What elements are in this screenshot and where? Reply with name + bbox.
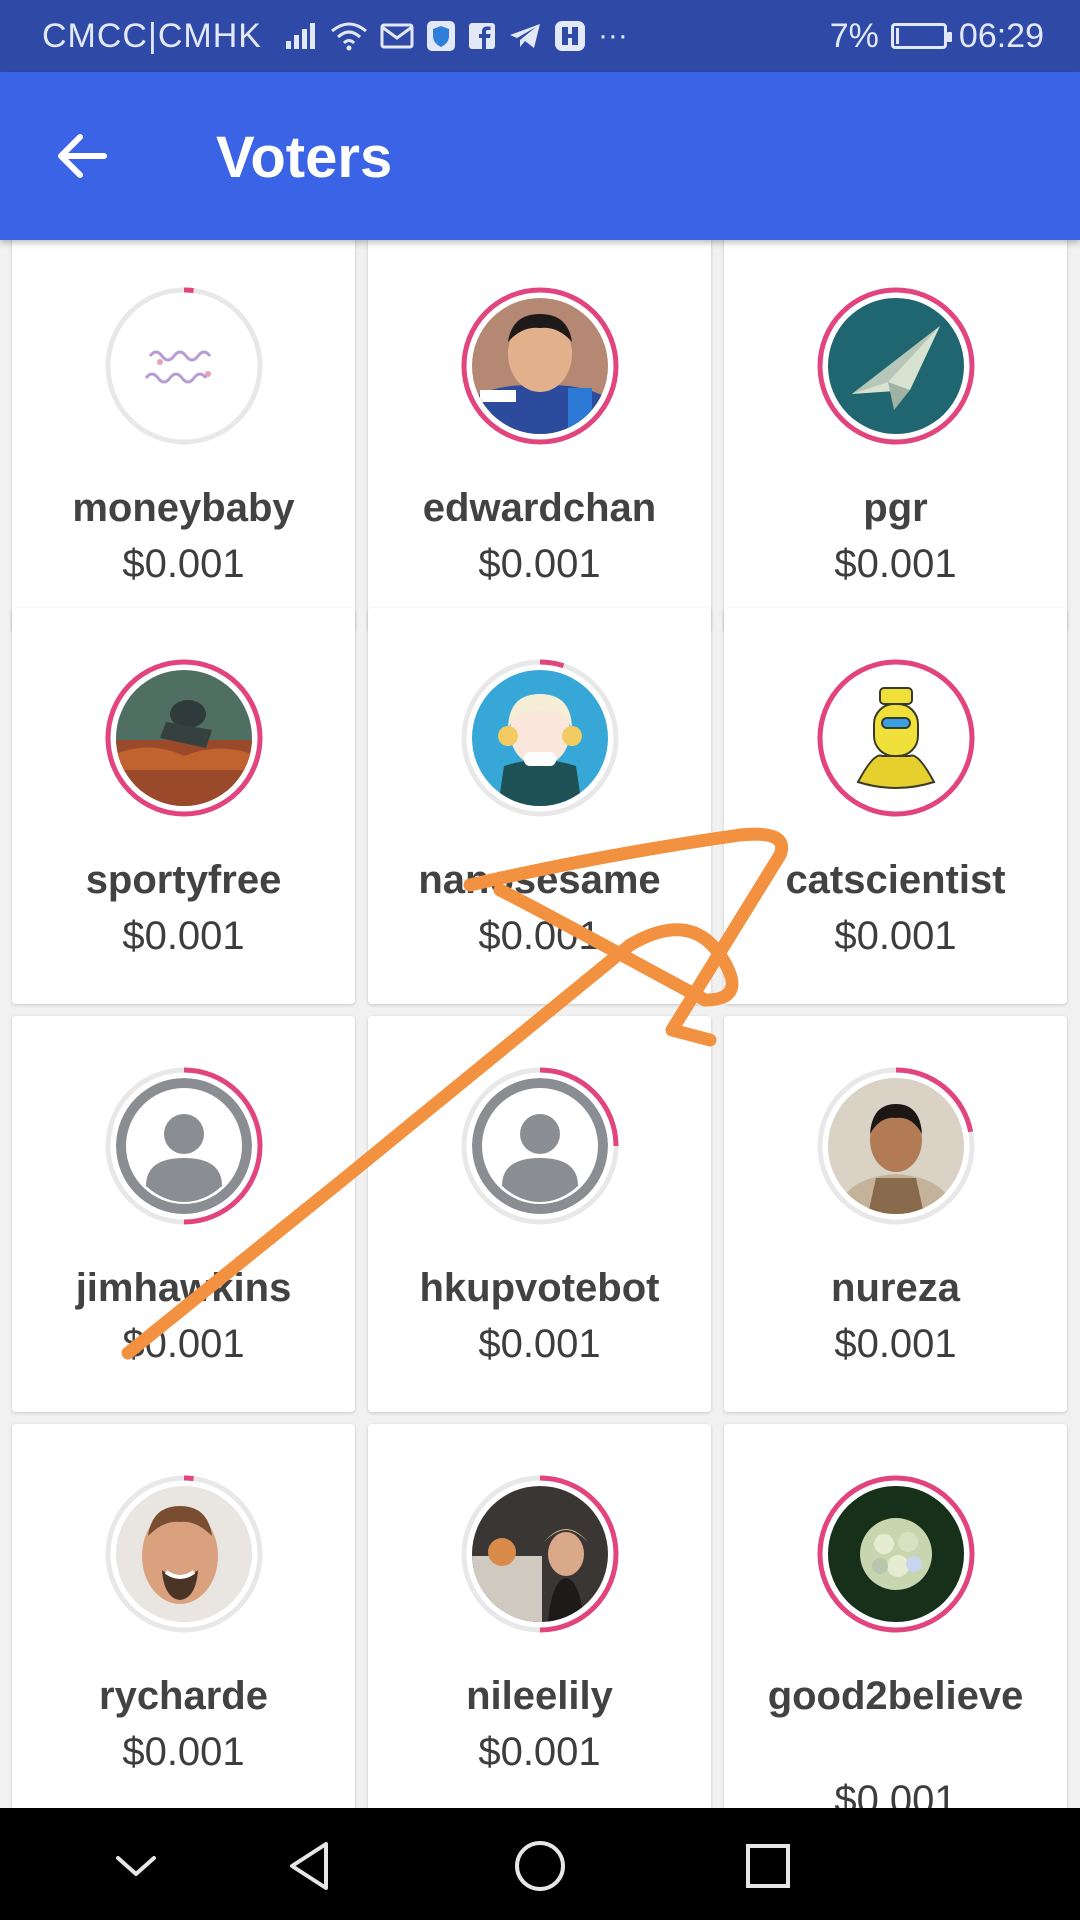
wifi-icon	[330, 22, 367, 51]
avatar-ring	[460, 1474, 620, 1634]
page-title: Voters	[216, 125, 393, 190]
avatar	[471, 1486, 608, 1622]
voter-amount: $0.001	[122, 1322, 245, 1366]
app-bar: Voters	[0, 72, 1080, 240]
voter-card[interactable]: nureza $0.001	[724, 1016, 1067, 1412]
avatar-ring	[104, 658, 264, 818]
app-icon	[554, 21, 585, 51]
voter-card[interactable]: edwardchan $0.001	[368, 240, 711, 632]
avatar	[115, 670, 252, 806]
avatar	[471, 670, 608, 806]
voter-name: nanosesame	[418, 858, 661, 902]
status-right: 7% 06:29	[830, 17, 1044, 56]
avatar-ring	[816, 286, 976, 446]
default-avatar-icon	[471, 1078, 608, 1214]
avatar-ring	[460, 286, 620, 446]
avatar-ring	[816, 1474, 976, 1634]
voter-card[interactable]: moneybaby $0.001	[12, 240, 355, 632]
avatar-ring	[104, 286, 264, 446]
voter-amount: $0.001	[478, 1730, 601, 1774]
voter-amount: $0.001	[122, 914, 245, 958]
telegram-icon	[509, 24, 540, 48]
voter-name: good2believe	[767, 1674, 1024, 1718]
chevron-down-icon[interactable]	[106, 1836, 166, 1896]
recents-square-icon[interactable]	[738, 1836, 798, 1896]
voter-amount: $0.001	[478, 914, 601, 958]
avatar-ring	[104, 1066, 264, 1226]
voter-card[interactable]: catscientist $0.001	[724, 608, 1067, 1004]
avatar	[827, 298, 964, 434]
voter-name: moneybaby	[72, 486, 295, 530]
voter-name: catscientist	[785, 858, 1006, 902]
more-notifications: ···	[597, 19, 628, 52]
mail-icon	[380, 23, 414, 49]
voter-card[interactable]: pgr $0.001	[724, 240, 1067, 632]
status-bar: CMCC|CMHK ··· 7% 06:29	[0, 0, 1080, 72]
voter-name: pgr	[863, 486, 928, 530]
home-circle-icon[interactable]	[510, 1836, 570, 1896]
avatar-ring	[104, 1474, 264, 1634]
voter-name: jimhawkins	[75, 1266, 292, 1310]
voter-card[interactable]: sportyfree $0.001	[12, 608, 355, 1004]
avatar	[827, 1078, 964, 1214]
voter-name: rycharde	[99, 1674, 268, 1718]
voter-amount: $0.001	[122, 542, 245, 586]
voter-amount: $0.001	[478, 542, 601, 586]
voter-card[interactable]: good2believe $0.001	[724, 1424, 1067, 1808]
voter-card[interactable]: nanosesame $0.001	[368, 608, 711, 1004]
shield-icon	[426, 21, 455, 51]
avatar-ring	[460, 1066, 620, 1226]
voter-name: nileelily	[466, 1674, 613, 1718]
voter-name: nureza	[831, 1266, 960, 1310]
voter-card[interactable]: jimhawkins $0.001	[12, 1016, 355, 1412]
carrier-label: CMCC|CMHK	[42, 16, 262, 55]
clock: 06:29	[958, 16, 1044, 55]
voter-grid[interactable]: moneybaby $0.001 edwardchan $0.001 pgr $…	[0, 240, 1080, 1808]
avatar-ring	[816, 658, 976, 818]
status-icons: ···	[284, 19, 628, 53]
avatar	[115, 1486, 252, 1622]
default-avatar-icon	[115, 1078, 252, 1214]
avatar	[471, 298, 608, 434]
voter-card[interactable]: nileelily $0.001	[368, 1424, 711, 1808]
back-triangle-icon[interactable]	[282, 1836, 342, 1896]
voter-amount: $0.001	[834, 914, 957, 958]
voter-amount: $0.001	[478, 1322, 601, 1366]
signal-icon	[285, 23, 315, 49]
voter-name: edwardchan	[422, 486, 657, 530]
voter-name: sportyfree	[85, 858, 282, 902]
system-nav-bar	[0, 1808, 1080, 1920]
avatar	[827, 1486, 964, 1622]
voter-amount: $0.001	[834, 1322, 957, 1366]
voter-amount: $0.001	[834, 1778, 957, 1808]
voter-amount: $0.001	[122, 1730, 245, 1774]
voter-card[interactable]: hkupvotebot $0.001	[368, 1016, 711, 1412]
voter-name: hkupvotebot	[419, 1266, 660, 1310]
avatar-ring	[460, 658, 620, 818]
avatar	[115, 298, 252, 434]
voter-card[interactable]: rycharde $0.001	[12, 1424, 355, 1808]
avatar-ring	[816, 1066, 976, 1226]
facebook-icon	[468, 23, 495, 49]
battery-icon	[890, 23, 952, 49]
avatar	[827, 670, 964, 806]
arrow-left-icon[interactable]	[52, 126, 112, 186]
battery-percent: 7%	[829, 16, 879, 55]
voter-amount: $0.001	[834, 542, 957, 586]
